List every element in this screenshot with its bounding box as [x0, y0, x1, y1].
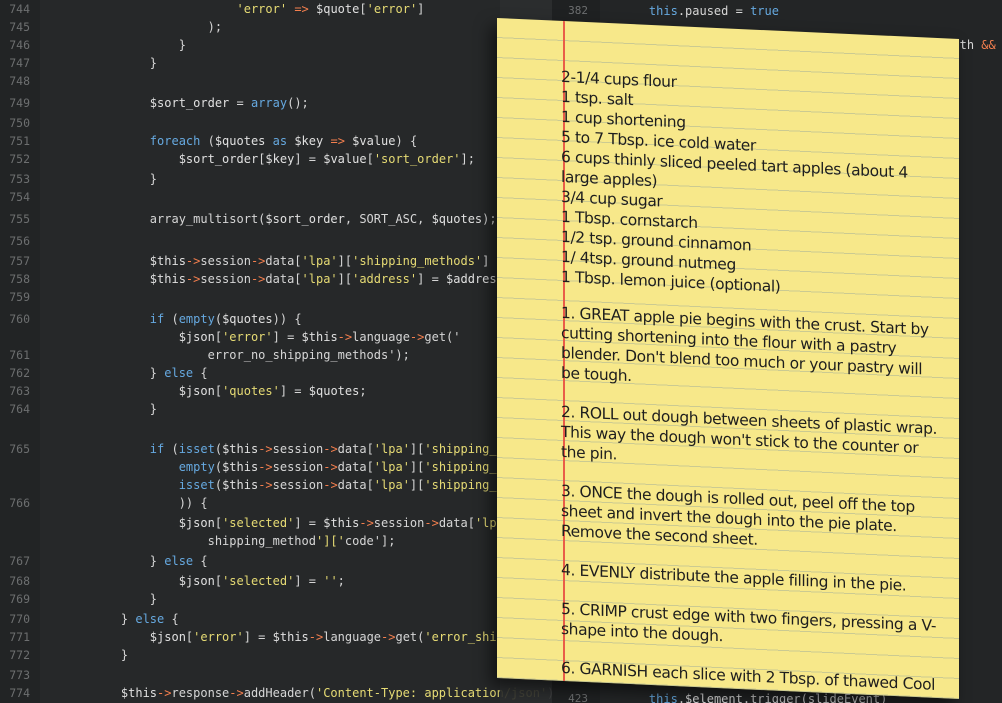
line-number: 754	[9, 190, 30, 204]
recipe-step: 1. GREAT apple pie begins with the crust…	[561, 303, 929, 386]
line-number: 768	[9, 574, 30, 588]
line-number: 770	[9, 612, 30, 626]
right-line-number: 423	[568, 692, 588, 703]
line-number: 745	[9, 20, 30, 34]
code-text: empty($this->session->data['lpa']['shipp…	[178, 460, 560, 474]
code-text: $sort_order = array();	[149, 96, 309, 110]
line-number: 750	[9, 116, 30, 130]
line-number: 769	[9, 592, 30, 606]
line-number: 773	[9, 668, 30, 682]
code-text: $this->response->addHeader('Content-Type…	[120, 686, 560, 700]
code-text: }	[92, 402, 158, 416]
code-text: }	[92, 172, 158, 186]
code-text: $sort_order[$key] = $value['sort_order']…	[178, 152, 475, 166]
line-number: 755	[9, 212, 30, 226]
recipe-step: 4. EVENLY distribute the apple filling i…	[561, 560, 907, 595]
code-text: } else {	[92, 554, 208, 568]
code-text: }	[92, 648, 129, 662]
code-text: $this->session->data['lpa']['address'] =…	[149, 272, 511, 286]
code-text: array_multisort($sort_order, SORT_ASC, $…	[92, 212, 497, 226]
code-editor-left: 744 'error' => $quote['error'] 745 ); 746 …	[0, 0, 560, 703]
code-text: foreach ($quotes as $key => $value) {	[149, 134, 418, 148]
code-text: }	[92, 592, 158, 606]
line-number: 771	[9, 630, 30, 644]
code-text: $json['selected'] = $this->session->data…	[178, 516, 533, 530]
line-number: 766	[9, 496, 30, 510]
code-text: $this->session->data['lpa']['shipping_me…	[149, 254, 560, 268]
code-text: }	[92, 38, 186, 52]
code-text: )) {	[92, 496, 208, 510]
code-text: } else {	[92, 366, 208, 380]
line-number: 759	[9, 290, 30, 304]
line-number: 758	[9, 272, 30, 286]
code-text: );	[92, 20, 223, 34]
line-number: 760	[9, 312, 30, 326]
line-number: 763	[9, 384, 30, 398]
line-number: 746	[9, 38, 30, 52]
code-text: $json['selected'] = '';	[178, 574, 345, 588]
recipe-step: 3. ONCE the dough is rolled out, peel of…	[561, 481, 915, 549]
recipe-note-paper: 2-1/4 cups flour 1 tsp. salt 1 cup short…	[497, 18, 959, 699]
recipe-step: 2. ROLL out dough between sheets of plas…	[561, 402, 938, 464]
line-number: 753	[9, 172, 30, 186]
ingredients-list: 2-1/4 cups flour 1 tsp. salt 1 cup short…	[561, 67, 941, 304]
line-number: 747	[9, 56, 30, 70]
right-code-text: this.paused = true	[648, 4, 779, 18]
line-number: 762	[9, 366, 30, 380]
code-text: $json['error'] = $this->language->get('e…	[149, 630, 560, 644]
recipe-step: 5. CRIMP crust edge with two fingers, pr…	[561, 599, 937, 646]
line-number: 752	[9, 152, 30, 166]
code-text: $json['error'] = $this->language->get('	[178, 330, 461, 344]
code-text: if (empty($quotes)) {	[149, 312, 302, 326]
right-line-number: 382	[568, 4, 588, 17]
code-text: if (isset($this->session->data['lpa']['s…	[149, 442, 560, 456]
line-number: 744	[9, 2, 30, 16]
code-text: error_no_shipping_methods');	[92, 348, 410, 362]
line-number: 749	[9, 96, 30, 110]
line-number: 748	[9, 74, 30, 88]
line-number: 772	[9, 648, 30, 662]
line-number: 756	[9, 234, 30, 248]
line-number: 761	[9, 348, 30, 362]
code-text: shipping_method']['code'];	[92, 534, 396, 548]
code-text: }	[92, 56, 158, 70]
code-text: } else {	[92, 612, 179, 626]
line-number: 767	[9, 554, 30, 568]
code-text: isset($this->session->data['lpa']['shipp…	[178, 478, 560, 492]
code-text: $json['quotes'] = $quotes;	[178, 384, 367, 398]
line-number: 764	[9, 402, 30, 416]
line-number: 774	[9, 686, 30, 700]
line-number: 765	[9, 442, 30, 456]
recipe-text: 2-1/4 cups flour 1 tsp. salt 1 cup short…	[561, 67, 941, 699]
line-number: 757	[9, 254, 30, 268]
line-number: 751	[9, 134, 30, 148]
code-text: 'error' => $quote['error']	[236, 2, 425, 16]
recipe-steps: 1. GREAT apple pie begins with the crust…	[561, 303, 941, 699]
